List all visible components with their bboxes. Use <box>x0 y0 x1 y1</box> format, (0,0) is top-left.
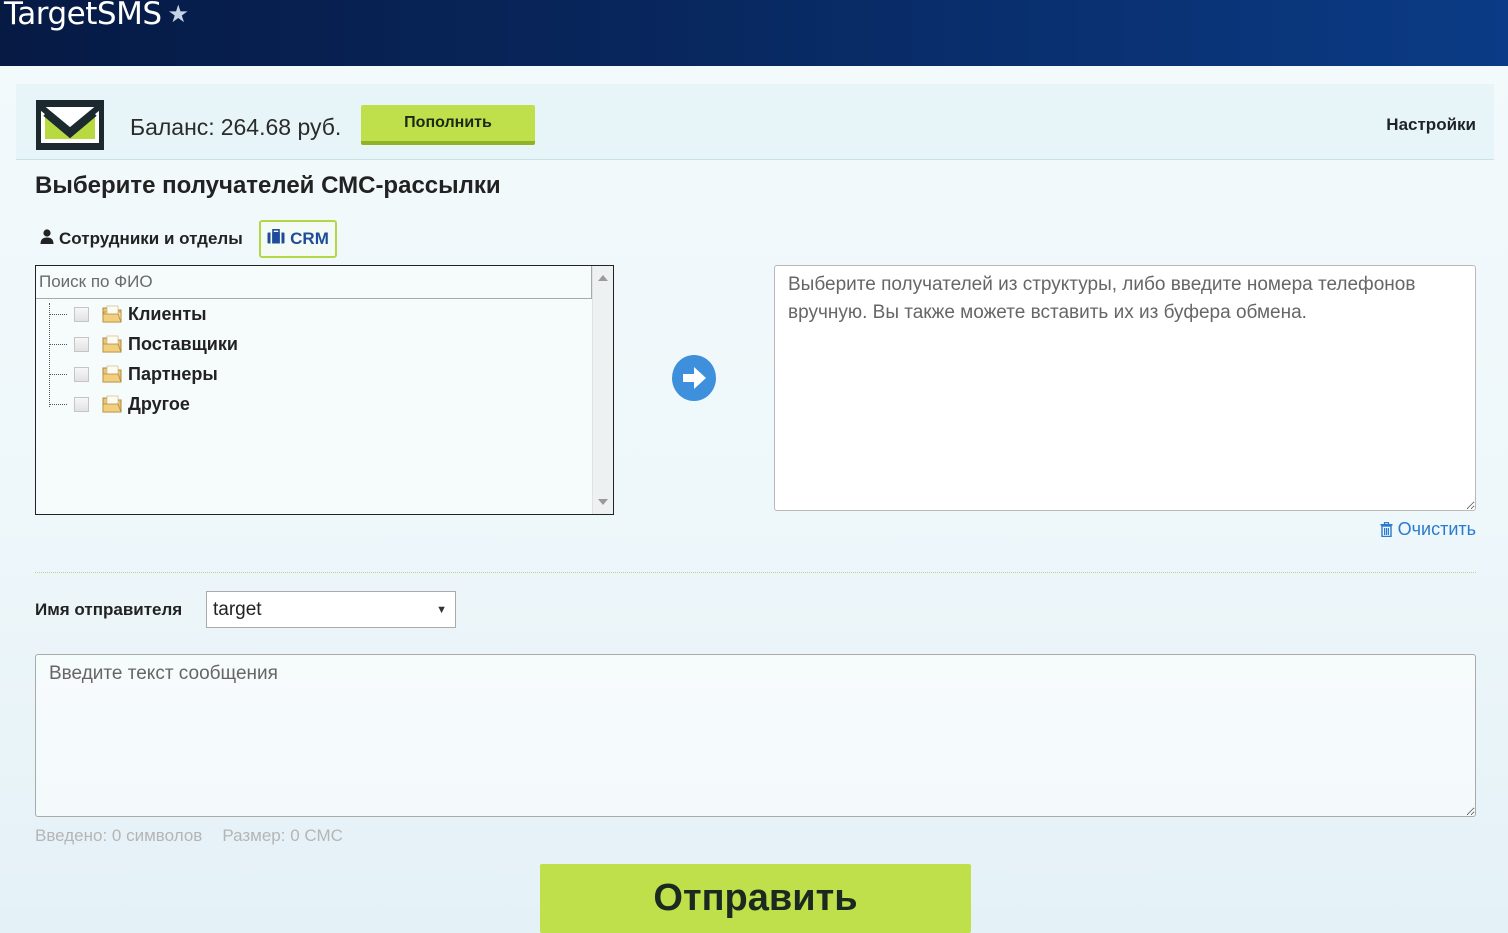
sender-select[interactable]: target ▼ <box>206 591 456 628</box>
tree-connector <box>49 343 67 345</box>
briefcase-icon <box>267 229 285 249</box>
user-icon <box>40 229 54 249</box>
message-counters: Введено: 0 символов Размер: 0 СМС <box>35 826 343 846</box>
folder-icon <box>102 365 122 383</box>
section-divider <box>35 572 1476 573</box>
tree-item-checkbox[interactable] <box>74 306 89 322</box>
tree-item-label: Клиенты <box>128 303 207 324</box>
account-panel: Баланс: 264.68 руб. Пополнить Настройки <box>16 84 1494 160</box>
add-recipients-arrow-button[interactable] <box>672 355 716 401</box>
settings-link[interactable]: Настройки <box>1386 115 1476 135</box>
envelope-logo-icon <box>36 100 104 150</box>
tree-item-checkbox[interactable] <box>74 336 89 352</box>
tree-item-label: Партнеры <box>128 363 218 384</box>
tree-connector <box>49 373 67 375</box>
tab-crm[interactable]: CRM <box>259 220 337 258</box>
crm-tree-panel: Клиенты Поставщики Партнеры Другое <box>35 265 614 515</box>
trash-icon <box>1380 522 1393 537</box>
tree-item-label: Другое <box>128 393 190 414</box>
tree-connector <box>49 403 67 405</box>
tree-item-label: Поставщики <box>128 333 238 354</box>
tab-crm-label: CRM <box>290 229 329 248</box>
clear-link[interactable]: Очистить <box>1380 519 1476 540</box>
top-bar: TargetSMS ★ <box>0 0 1508 66</box>
tree-item-partners[interactable]: Партнеры <box>49 360 218 388</box>
typed-counter: Введено: 0 символов <box>35 826 203 845</box>
page-title: Выберите получателей СМС-рассылки <box>35 172 501 199</box>
tree-scrollbar[interactable] <box>592 266 613 514</box>
sender-label: Имя отправителя <box>35 600 183 619</box>
tree-item-suppliers[interactable]: Поставщики <box>49 330 238 358</box>
star-icon[interactable]: ★ <box>168 0 190 28</box>
balance-value: 264.68 руб. <box>220 114 342 140</box>
size-counter: Размер: 0 СМС <box>222 826 343 845</box>
app-name: TargetSMS <box>4 0 162 32</box>
sender-value: target <box>213 598 262 620</box>
tab-staff-departments[interactable]: Сотрудники и отделы <box>40 229 243 249</box>
caret-down-icon: ▼ <box>436 603 447 616</box>
folder-icon <box>102 395 122 413</box>
recipients-field[interactable] <box>774 265 1476 511</box>
tree-connector <box>49 313 67 315</box>
clear-label: Очистить <box>1397 519 1476 539</box>
tab-staff-label: Сотрудники и отделы <box>59 229 243 248</box>
balance: Баланс: 264.68 руб. <box>130 114 341 141</box>
scroll-down-icon[interactable] <box>598 499 608 505</box>
message-field[interactable] <box>35 654 1476 817</box>
tree-item-clients[interactable]: Клиенты <box>49 300 207 328</box>
send-button[interactable]: Отправить <box>540 864 971 933</box>
tree-item-checkbox[interactable] <box>74 396 89 412</box>
scroll-up-icon[interactable] <box>598 275 608 281</box>
folder-icon <box>102 305 122 323</box>
arrow-right-icon <box>683 367 706 389</box>
topup-button[interactable]: Пополнить <box>361 105 535 145</box>
tree-item-other[interactable]: Другое <box>49 390 190 418</box>
folder-icon <box>102 335 122 353</box>
app-title[interactable]: TargetSMS ★ <box>4 0 189 32</box>
search-input[interactable] <box>36 266 592 299</box>
balance-label: Баланс: <box>130 114 215 140</box>
tree-item-checkbox[interactable] <box>74 366 89 382</box>
